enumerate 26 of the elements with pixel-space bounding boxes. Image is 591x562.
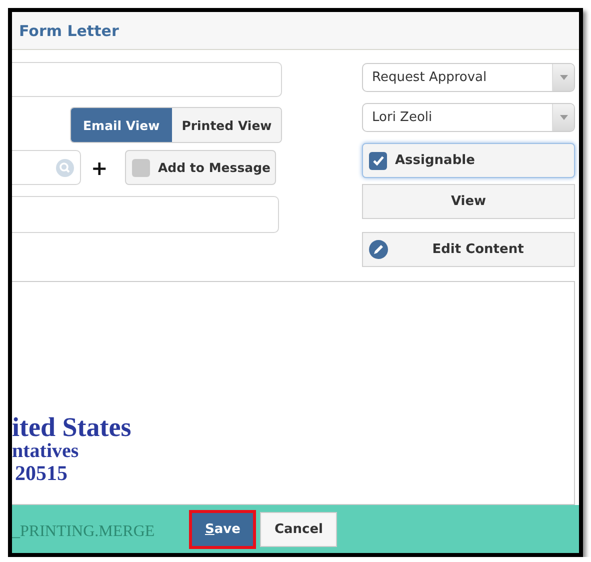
checkbox[interactable]	[369, 152, 387, 170]
input-field[interactable]	[12, 62, 282, 97]
check-icon	[372, 154, 384, 167]
checkbox[interactable]	[132, 158, 150, 176]
add-symbol[interactable]: +	[91, 156, 115, 180]
input-field[interactable]	[12, 196, 279, 233]
caret-icon	[560, 115, 568, 120]
search-field[interactable]	[12, 150, 81, 185]
letterhead-text: ntatives	[12, 440, 80, 462]
add-to-message-toggle[interactable]: Add to Message	[125, 150, 276, 185]
search-icon	[56, 158, 74, 176]
view-tab[interactable]: Printed View	[172, 108, 281, 142]
view-tab[interactable]: Email View	[71, 108, 172, 142]
assignable-toggle[interactable]: Assignable	[362, 143, 575, 178]
cancel-button[interactable]: Cancel	[260, 512, 338, 546]
letterhead-text: 20515	[14, 462, 68, 484]
letterhead-text: ited States	[12, 412, 132, 441]
window-title: Form Letter	[19, 22, 119, 40]
pencil-icon	[369, 240, 388, 259]
caret-icon	[560, 75, 568, 80]
dropdown[interactable]: Lori Zeoli	[362, 103, 575, 132]
save-button[interactable]: Save	[189, 510, 256, 548]
edit-content-button[interactable]: Edit Content	[362, 232, 575, 267]
merge-field-text: _PRINTING.MERGE	[12, 523, 156, 541]
view-button[interactable]: View	[362, 184, 575, 219]
dropdown[interactable]: Request Approval	[362, 63, 575, 92]
